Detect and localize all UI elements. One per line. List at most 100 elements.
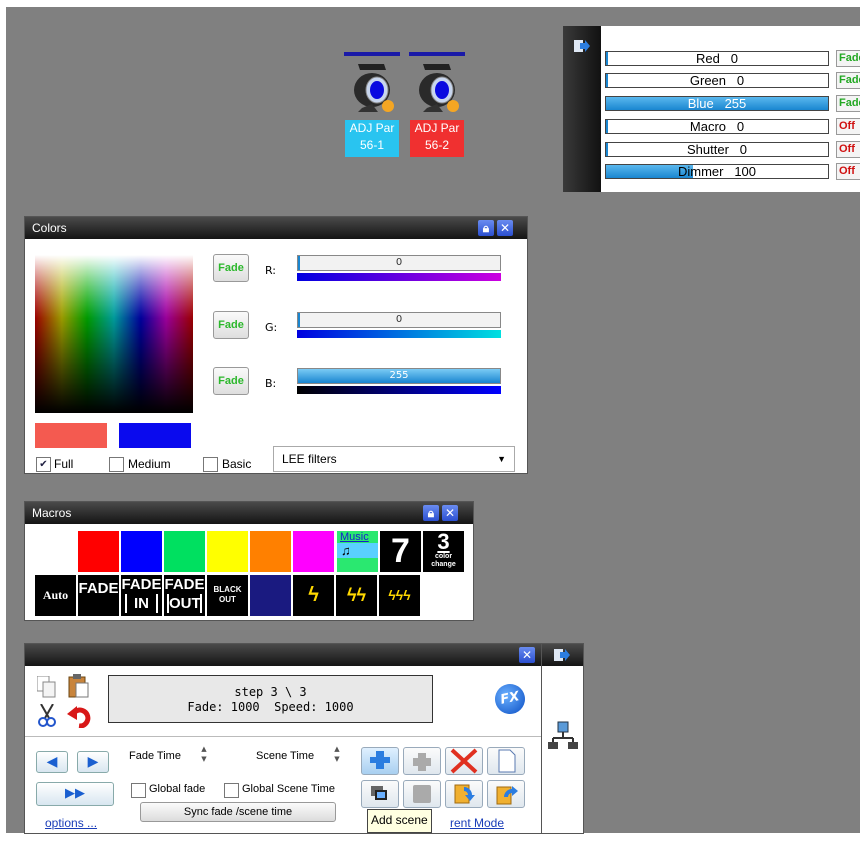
green-gradient-strip <box>297 330 501 338</box>
channel-red-slider[interactable]: Red 0 <box>605 51 829 66</box>
green-slider-value: 0 <box>395 314 403 325</box>
fast-forward-button[interactable]: ▶▶ <box>36 782 114 806</box>
paste-icon[interactable] <box>67 674 89 698</box>
next-step-button[interactable]: ▶ <box>77 751 109 773</box>
macro-dark-blue[interactable] <box>250 575 291 616</box>
green-slider[interactable]: 0 <box>297 312 501 328</box>
scene-time-spinner[interactable]: ▲ ▼ <box>331 744 343 764</box>
export-icon[interactable] <box>574 39 590 53</box>
macro-color-5[interactable] <box>250 531 291 572</box>
options-link[interactable]: options ... <box>45 816 97 830</box>
channel-macro-slider[interactable]: Macro 0 <box>605 119 829 134</box>
macro-strobe-1[interactable]: ϟ <box>293 575 334 616</box>
channel-blue-slider[interactable]: Blue 255 <box>605 96 829 111</box>
global-scene-time-checkbox[interactable] <box>224 783 239 798</box>
global-fade-checkbox[interactable] <box>131 783 146 798</box>
basic-checkbox[interactable] <box>203 457 218 472</box>
red-slider[interactable]: 0 <box>297 255 501 271</box>
channel-shutter-slider[interactable]: Shutter 0 <box>605 142 829 157</box>
macros-panel: Macros 🔒︎ ✕ Music ♫ 7 3 color change Aut… <box>24 501 474 621</box>
import-scene-button[interactable] <box>445 780 483 808</box>
channel-level-fill <box>606 74 608 87</box>
stop-button[interactable] <box>403 780 441 808</box>
copy-icon[interactable] <box>37 676 57 698</box>
channel-level-fill <box>606 120 608 133</box>
undo-icon[interactable] <box>67 704 91 728</box>
macro-color-change[interactable]: 3 color change <box>423 531 464 572</box>
macro-7[interactable]: 7 <box>380 531 421 572</box>
panel-title <box>25 644 583 666</box>
macro-strobe-3[interactable]: ϟϟϟ <box>379 575 420 616</box>
fixture-selection-bar <box>409 52 465 56</box>
channel-red-fade-button[interactable]: Fade <box>836 50 860 67</box>
green-slider-fill <box>298 313 300 327</box>
blue-fade-button[interactable]: Fade <box>213 367 249 395</box>
full-label: Full <box>54 457 74 471</box>
medium-checkbox[interactable] <box>109 457 124 472</box>
green-fade-button[interactable]: Fade <box>213 311 249 339</box>
mode-link[interactable]: rent Mode <box>450 816 504 830</box>
macro-music[interactable]: Music ♫ <box>337 531 378 572</box>
close-icon[interactable]: ✕ <box>497 220 513 236</box>
red-fade-button[interactable]: Fade <box>213 254 249 282</box>
macro-blackout[interactable]: BLACK OUT <box>207 575 248 616</box>
full-checkbox[interactable]: ✔ <box>36 457 51 472</box>
cut-icon[interactable] <box>37 704 57 728</box>
target-color-swatch <box>119 423 191 448</box>
channel-green-slider[interactable]: Green 0 <box>605 73 829 88</box>
lock-icon[interactable]: 🔒︎ <box>478 220 494 236</box>
macro-strobe-2[interactable]: ϟϟ <box>336 575 377 616</box>
channel-dimmer-slider[interactable]: Dimmer 100 <box>605 164 829 179</box>
add-scene-button[interactable] <box>361 747 399 775</box>
sync-fade-scene-time-button[interactable]: Sync fade /scene time <box>140 802 336 822</box>
macro-fade[interactable]: FADE <box>78 575 119 616</box>
macro-color-2[interactable] <box>121 531 162 572</box>
macro-auto[interactable]: Auto <box>35 575 76 616</box>
fixture-2[interactable]: ADJ Par 56-2 <box>409 52 465 158</box>
fade-time-spinner[interactable]: ▲ ▼ <box>198 744 210 764</box>
blue-slider[interactable]: 255 <box>297 368 501 384</box>
capture-scene-button[interactable] <box>361 780 399 808</box>
fixture-label: ADJ Par 56-2 <box>410 120 464 157</box>
channel-green-fade-button[interactable]: Fade <box>836 72 860 89</box>
chevron-down-icon: ▼ <box>497 454 506 464</box>
network-icon[interactable] <box>548 720 578 750</box>
channel-panel: Red 0 Fade Green 0 Fade Blue 255 Fade Macro 0 O… <box>563 26 860 192</box>
channel-macro-off-button[interactable]: Off <box>836 118 860 135</box>
color-spectrum-picker[interactable] <box>35 255 193 413</box>
panel-title: Colors <box>25 217 527 239</box>
export-scene-button[interactable] <box>487 780 525 808</box>
close-icon[interactable]: ✕ <box>519 647 535 663</box>
channel-dimmer-off-button[interactable]: Off <box>836 163 860 180</box>
channel-shutter-off-button[interactable]: Off <box>836 141 860 158</box>
delete-icon <box>450 748 478 774</box>
scene-panel: ✕ step 3 \ 3 Fade: 1000 Speed: 1000 FX ◀… <box>24 643 584 834</box>
step-display: step 3 \ 3 Fade: 1000 Speed: 1000 <box>108 675 433 723</box>
fixture-selection-bar <box>344 52 400 56</box>
scene-time-label: Scene Time <box>256 750 315 762</box>
macro-color-1[interactable] <box>78 531 119 572</box>
add-scene-tooltip: Add scene <box>367 809 432 833</box>
macro-color-4[interactable] <box>207 531 248 572</box>
macro-color-3[interactable] <box>164 531 205 572</box>
macro-fade-out[interactable]: FADE OUT <box>164 575 205 616</box>
filter-select[interactable]: LEE filters ▼ <box>273 446 515 472</box>
channel-level-fill <box>606 143 608 156</box>
macro-color-6[interactable] <box>293 531 334 572</box>
fx-icon[interactable]: FX <box>492 681 528 717</box>
channel-blue-fade-button[interactable]: Fade <box>836 95 860 112</box>
insert-scene-button[interactable] <box>403 747 441 775</box>
lock-icon[interactable]: 🔒︎ <box>423 505 439 521</box>
global-fade-label: Global fade <box>149 783 206 795</box>
export-icon[interactable] <box>554 648 570 662</box>
macro-fade-in[interactable]: FADE IN <box>121 575 162 616</box>
stop-icon <box>413 785 431 803</box>
fixture-1[interactable]: ADJ Par 56-1 <box>344 52 400 158</box>
delete-scene-button[interactable] <box>445 747 483 775</box>
channel-value: 0 <box>736 119 745 134</box>
new-scene-button[interactable] <box>487 747 525 775</box>
previous-step-button[interactable]: ◀ <box>36 751 68 773</box>
close-icon[interactable]: ✕ <box>442 505 458 521</box>
green-channel-label: G: <box>265 321 278 334</box>
basic-label: Basic <box>222 457 252 471</box>
